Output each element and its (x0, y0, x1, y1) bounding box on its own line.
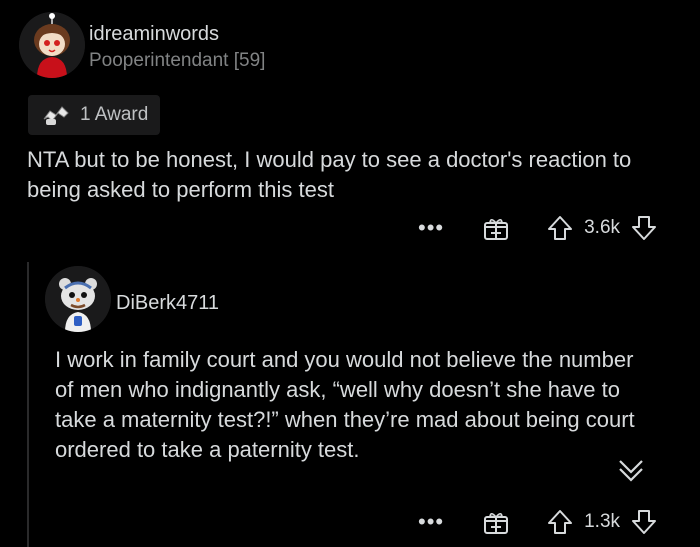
comment-body: I work in family court and you would not… (55, 347, 635, 462)
comment-username[interactable]: idreaminwords (89, 23, 219, 46)
vote-count: 3.6k (584, 217, 621, 238)
comment-actions: ••• 3.6k (418, 208, 658, 248)
avatar-diberk4711[interactable] (45, 266, 111, 332)
upvote-icon[interactable] (546, 214, 574, 242)
avatar-icon (19, 12, 85, 78)
upvote-icon[interactable] (546, 508, 574, 536)
award-icon (40, 103, 72, 127)
comment-actions: ••• 1.3k (418, 502, 658, 542)
avatar-idreaminwords[interactable] (19, 12, 85, 78)
downvote-icon[interactable] (630, 508, 658, 536)
gift-icon[interactable] (482, 508, 510, 536)
thread-line[interactable] (27, 262, 29, 547)
collapse-chevron-icon (619, 460, 643, 482)
avatar-icon (45, 266, 111, 332)
gift-icon[interactable] (482, 214, 510, 242)
user-flair: Pooperintendant [59] (89, 50, 266, 71)
award-label: 1 Award (80, 104, 149, 125)
comment-username[interactable]: DiBerk4711 (116, 292, 219, 315)
comment-body: NTA but to be honest, I would pay to see… (27, 147, 632, 202)
downvote-icon[interactable] (630, 214, 658, 242)
more-options-button[interactable]: ••• (418, 509, 444, 535)
more-options-button[interactable]: ••• (418, 215, 444, 241)
award-pill[interactable]: 1 Award (28, 95, 161, 135)
collapse-button[interactable] (603, 441, 659, 497)
vote-count: 1.3k (584, 511, 621, 532)
